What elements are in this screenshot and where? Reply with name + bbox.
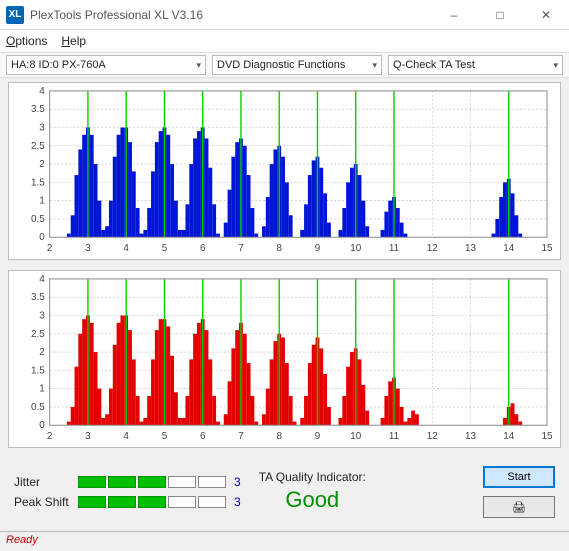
svg-text:14: 14: [503, 431, 514, 442]
svg-text:13: 13: [465, 431, 476, 442]
jitter-label: Jitter: [14, 475, 70, 489]
menubar: Options Help: [0, 30, 569, 52]
svg-text:12: 12: [427, 243, 438, 254]
svg-text:3.5: 3.5: [31, 104, 45, 115]
svg-text:11: 11: [389, 431, 400, 442]
device-dropdown[interactable]: HA:8 ID:0 PX-760A▾: [6, 55, 206, 75]
svg-text:2.5: 2.5: [31, 141, 45, 152]
close-button[interactable]: ✕: [523, 0, 569, 30]
svg-text:8: 8: [276, 431, 282, 442]
svg-text:2: 2: [39, 159, 44, 170]
svg-text:8: 8: [276, 243, 282, 254]
svg-text:5: 5: [162, 431, 168, 442]
svg-text:4: 4: [39, 86, 45, 97]
svg-text:7: 7: [238, 243, 244, 254]
category-dropdown[interactable]: DVD Diagnostic Functions▾: [212, 55, 382, 75]
ta-quality-label: TA Quality Indicator:: [259, 470, 366, 486]
svg-text:14: 14: [503, 243, 514, 254]
svg-text:11: 11: [389, 243, 400, 254]
svg-text:9: 9: [315, 243, 321, 254]
svg-text:15: 15: [542, 431, 553, 442]
svg-text:1.5: 1.5: [31, 365, 45, 376]
svg-text:15: 15: [542, 243, 553, 254]
menu-help[interactable]: Help: [61, 34, 86, 48]
jitter-bar: [78, 476, 226, 488]
toolbar: HA:8 ID:0 PX-760A▾ DVD Diagnostic Functi…: [0, 52, 569, 78]
jitter-value: 3: [234, 475, 241, 489]
chart-bottom: 0 0.5 1 1.5 2 2.5 3 3.5 4 2 3 4 5 6 7 8 9 10 11 12 13 14 15: [8, 270, 561, 448]
chevron-down-icon: ▾: [553, 60, 558, 71]
statusbar: Ready: [0, 531, 569, 551]
svg-text:2: 2: [47, 431, 53, 442]
chevron-down-icon: ▾: [372, 60, 377, 71]
svg-text:3: 3: [39, 122, 45, 133]
svg-text:7: 7: [238, 431, 244, 442]
svg-text:1: 1: [39, 196, 45, 207]
chevron-down-icon: ▾: [196, 60, 201, 71]
chart-top: 0 0.5 1 1.5 2 2.5 3 3.5 4 2 3 4 5 6 7 8 9 10 11 12 13 14 15: [8, 82, 561, 260]
svg-text:3.5: 3.5: [31, 292, 45, 303]
test-dropdown[interactable]: Q-Check TA Test▾: [388, 55, 563, 75]
titlebar: XL PlexTools Professional XL V3.16 – □ ✕: [0, 0, 569, 30]
svg-text:9: 9: [315, 431, 321, 442]
svg-text:3: 3: [39, 310, 45, 321]
svg-text:6: 6: [200, 431, 206, 442]
svg-text:2: 2: [39, 347, 44, 358]
menu-options[interactable]: Options: [6, 34, 47, 48]
status-text: Ready: [6, 534, 38, 546]
svg-text:3: 3: [85, 431, 91, 442]
minimize-button[interactable]: –: [431, 0, 477, 30]
svg-text:4: 4: [123, 431, 129, 442]
svg-text:2.5: 2.5: [31, 329, 45, 340]
svg-text:13: 13: [465, 243, 476, 254]
svg-text:10: 10: [350, 431, 361, 442]
svg-text:2: 2: [47, 243, 53, 254]
peakshift-value: 3: [234, 495, 241, 509]
app-icon: XL: [6, 6, 24, 24]
maximize-button[interactable]: □: [477, 0, 523, 30]
svg-text:0.5: 0.5: [31, 402, 45, 413]
svg-text:0: 0: [39, 232, 45, 243]
svg-text:5: 5: [162, 243, 168, 254]
print-button[interactable]: 🖨: [483, 496, 555, 518]
svg-text:0: 0: [39, 420, 45, 431]
svg-text:6: 6: [200, 243, 206, 254]
svg-text:1: 1: [39, 384, 45, 395]
svg-text:1.5: 1.5: [31, 177, 45, 188]
svg-text:10: 10: [350, 243, 361, 254]
svg-text:3: 3: [85, 243, 91, 254]
start-button[interactable]: Start: [483, 466, 555, 488]
svg-text:4: 4: [39, 274, 45, 285]
window-title: PlexTools Professional XL V3.16: [30, 8, 431, 22]
main-area: 00.511.522.533.5423456789101112131415 00…: [0, 78, 569, 531]
peakshift-label: Peak Shift: [14, 495, 70, 509]
svg-text:0.5: 0.5: [31, 214, 45, 225]
peakshift-bar: [78, 496, 226, 508]
svg-text:12: 12: [427, 431, 438, 442]
ta-quality-value: Good: [259, 486, 366, 515]
svg-text:4: 4: [123, 243, 129, 254]
bottom-panel: Jitter 3 Peak Shift 3 TA Quality Indicat…: [8, 458, 561, 526]
